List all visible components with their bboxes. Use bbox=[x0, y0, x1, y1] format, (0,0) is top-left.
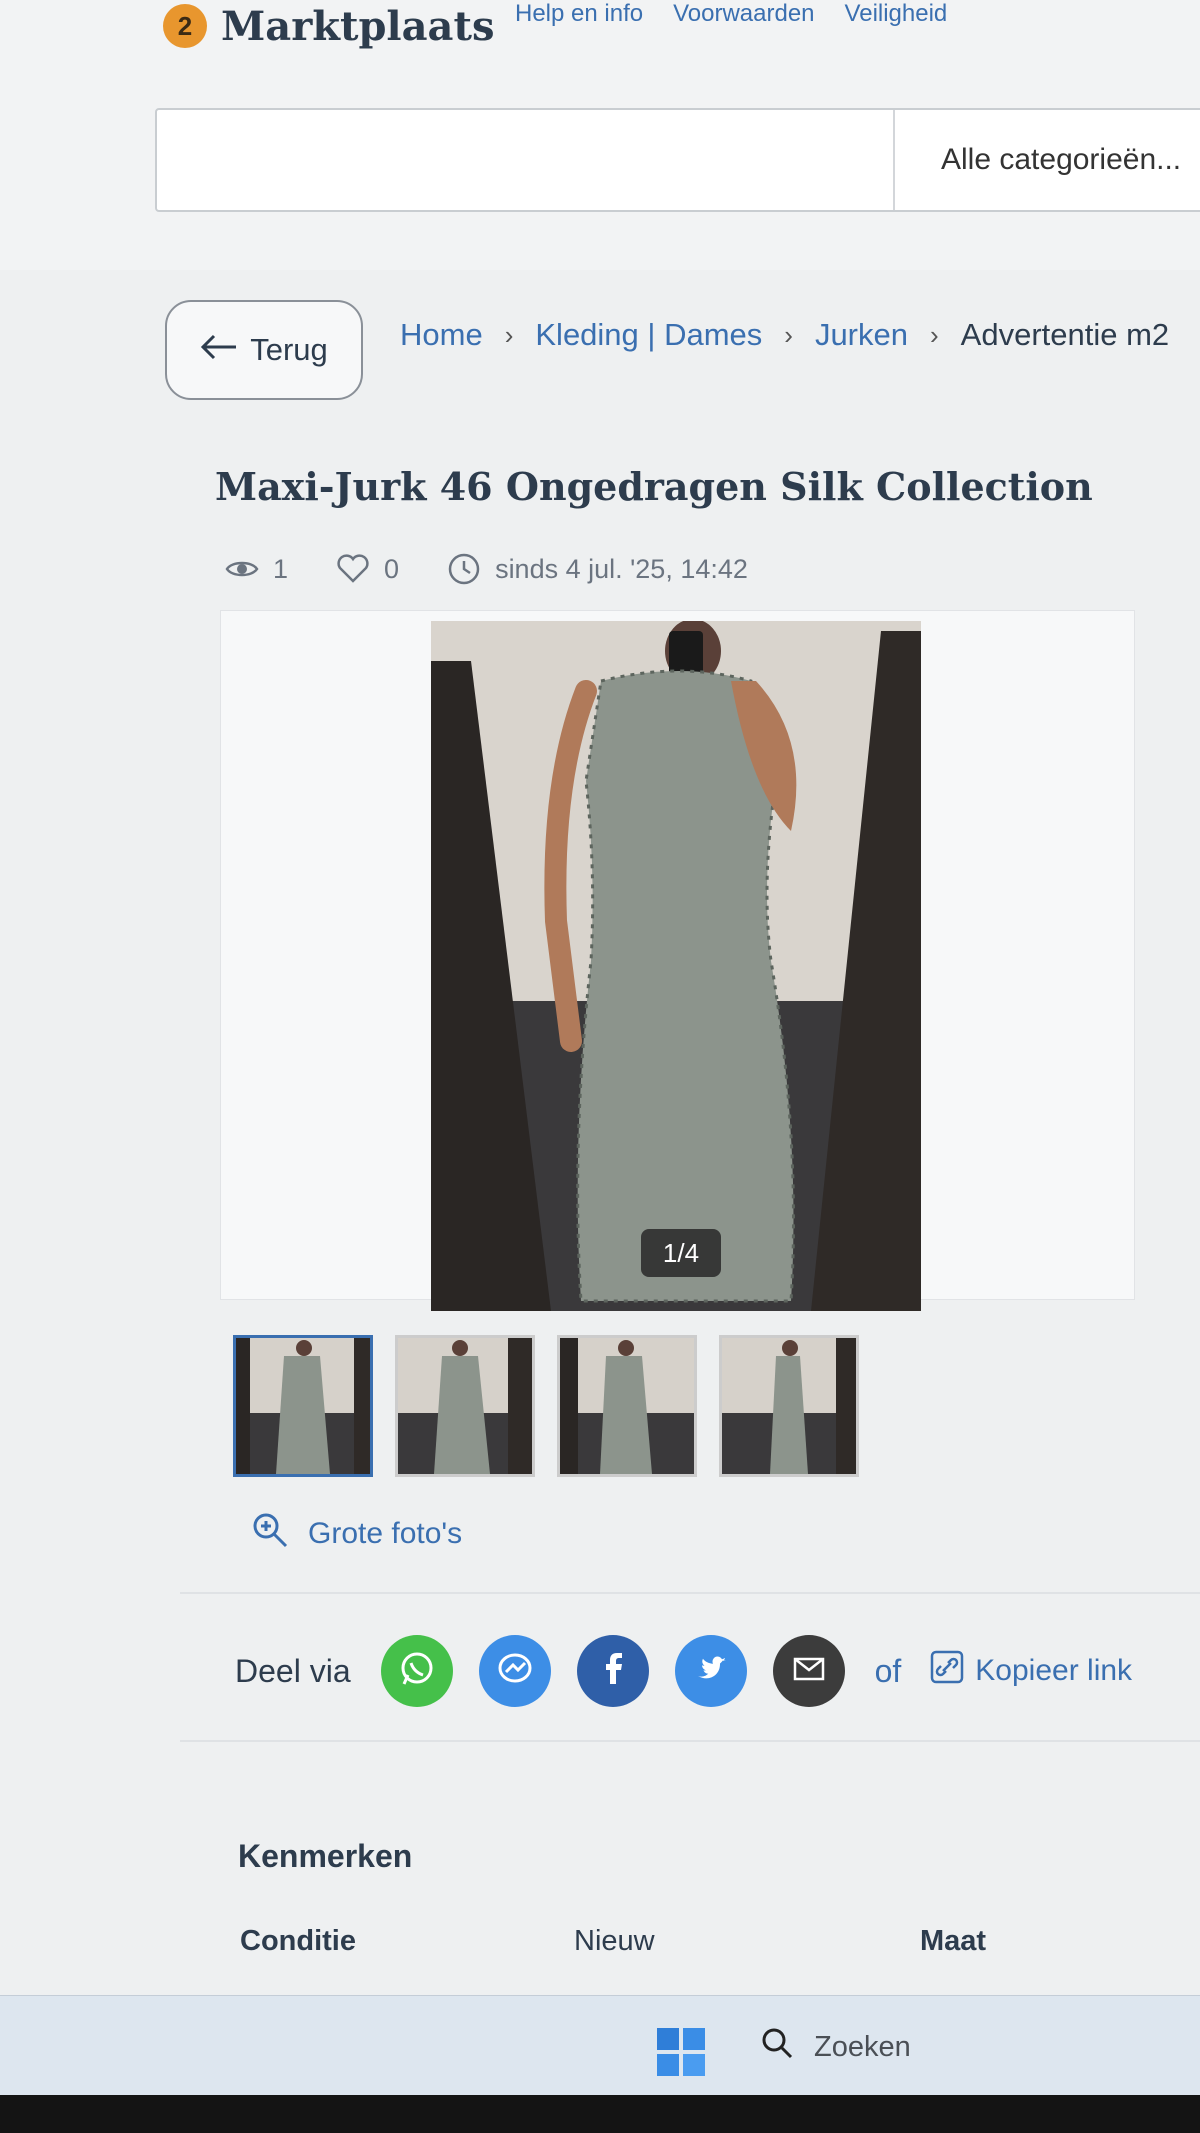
os-taskbar: Zoeken bbox=[0, 1995, 1200, 2095]
large-photos-link[interactable]: Grote foto's bbox=[250, 1510, 462, 1558]
breadcrumb: Home › Kleding | Dames › Jurken › Advert… bbox=[400, 310, 1200, 360]
views-value: 1 bbox=[273, 553, 289, 584]
listing-title: Maxi-Jurk 46 Ongedragen Silk Collection bbox=[215, 464, 1093, 509]
marktplaats-logo[interactable]: 2 Marktplaats bbox=[163, 0, 494, 52]
facebook-icon bbox=[592, 1648, 634, 1695]
thumbnail-1[interactable] bbox=[233, 1335, 373, 1477]
search-bar: Alle categorieën... bbox=[155, 108, 1200, 212]
logo-mark: 2 bbox=[163, 4, 207, 48]
copy-link-label: Kopieer link bbox=[975, 1654, 1133, 1687]
photo-counter: 1/4 bbox=[641, 1229, 721, 1277]
heart-icon bbox=[336, 552, 370, 586]
back-button[interactable]: Terug bbox=[165, 300, 363, 400]
thumbnail-2[interactable] bbox=[395, 1335, 535, 1477]
share-twitter-button[interactable] bbox=[674, 1635, 747, 1707]
twitter-icon bbox=[690, 1648, 732, 1695]
site-header: 2 Marktplaats Help en info Voorwaarden V… bbox=[0, 0, 1200, 270]
messenger-icon bbox=[494, 1648, 536, 1695]
breadcrumb-current: Advertentie m2 bbox=[960, 317, 1170, 352]
eye-icon bbox=[225, 552, 259, 586]
help-link[interactable]: Help en info bbox=[515, 0, 643, 26]
terms-link[interactable]: Voorwaarden bbox=[673, 0, 814, 26]
divider bbox=[180, 1740, 1200, 1742]
copy-link-button[interactable]: Kopieer link bbox=[929, 1649, 1132, 1693]
attribute-value: Nieuw bbox=[574, 1925, 655, 1957]
share-facebook-button[interactable] bbox=[576, 1635, 649, 1707]
breadcrumb-dresses[interactable]: Jurken bbox=[815, 317, 908, 353]
share-label: Deel via bbox=[235, 1652, 351, 1689]
monitor-bezel bbox=[0, 2095, 1200, 2133]
share-messenger-button[interactable] bbox=[478, 1635, 551, 1707]
breadcrumb-home[interactable]: Home bbox=[400, 317, 483, 353]
clock-icon bbox=[447, 552, 481, 586]
whatsapp-icon bbox=[396, 1648, 438, 1695]
listing-meta: 1 0 sinds 4 jul. '25, 14:42 bbox=[225, 552, 796, 586]
logo-text: Marktplaats bbox=[221, 2, 495, 50]
back-label: Terug bbox=[250, 332, 328, 367]
share-mail-button[interactable] bbox=[772, 1635, 845, 1707]
arrow-left-icon bbox=[200, 331, 238, 370]
attribute-name: Maat bbox=[920, 1925, 987, 1957]
link-icon bbox=[929, 1649, 965, 1693]
date-value: sinds 4 jul. '25, 14:42 bbox=[495, 553, 748, 584]
favorites-count: 0 bbox=[336, 552, 399, 586]
taskbar-search-label: Zoeken bbox=[814, 2030, 911, 2063]
attribute-name: Conditie bbox=[240, 1925, 356, 1957]
windows-start-icon[interactable] bbox=[655, 2026, 707, 2078]
views-count: 1 bbox=[225, 552, 288, 586]
share-row: Deel via of Kopieer link bbox=[235, 1635, 1132, 1707]
main-photo[interactable] bbox=[431, 621, 921, 1311]
chevron-right-icon: › bbox=[929, 319, 939, 350]
search-icon bbox=[760, 2026, 794, 2068]
breadcrumb-clothing[interactable]: Kleding | Dames bbox=[535, 317, 762, 353]
divider bbox=[180, 1592, 1200, 1594]
attributes-title: Kenmerken bbox=[238, 1838, 413, 1874]
thumbnail-3[interactable] bbox=[557, 1335, 697, 1477]
share-whatsapp-button[interactable] bbox=[380, 1635, 453, 1707]
zoom-in-icon bbox=[250, 1510, 290, 1558]
thumbnail-4[interactable] bbox=[719, 1335, 859, 1477]
large-photos-label: Grote foto's bbox=[308, 1517, 463, 1550]
share-or-label: of bbox=[874, 1652, 902, 1689]
thumbnail-strip bbox=[233, 1335, 859, 1477]
chevron-right-icon: › bbox=[504, 319, 514, 350]
top-links: Help en info Voorwaarden Veiligheid bbox=[515, 0, 947, 26]
taskbar-search[interactable]: Zoeken bbox=[760, 2026, 911, 2068]
photo-gallery: 1/4 bbox=[220, 610, 1135, 1311]
favorites-value: 0 bbox=[384, 553, 400, 584]
mail-icon bbox=[788, 1648, 830, 1695]
listing-date: sinds 4 jul. '25, 14:42 bbox=[447, 552, 748, 586]
category-select[interactable]: Alle categorieën... bbox=[893, 110, 1200, 210]
safety-link[interactable]: Veiligheid bbox=[845, 0, 948, 26]
chevron-right-icon: › bbox=[784, 319, 793, 350]
dress-photo-illustration bbox=[431, 621, 921, 1311]
search-input[interactable] bbox=[157, 110, 893, 210]
